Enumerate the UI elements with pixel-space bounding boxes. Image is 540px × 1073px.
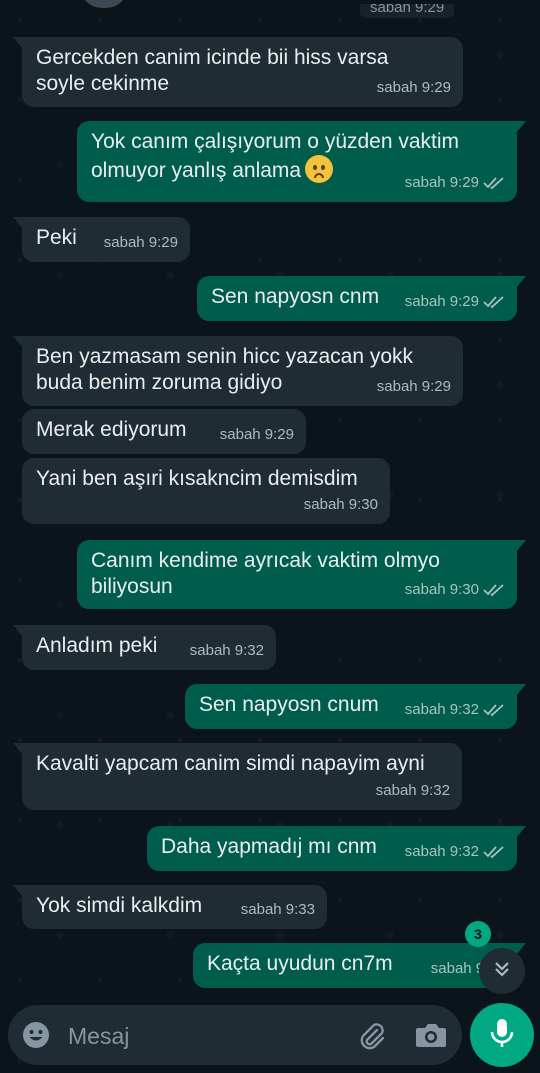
message-time: sabah 9:32 — [404, 843, 479, 860]
message-time: sabah 9:29 — [103, 234, 178, 251]
message-time: sabah 9:32 — [404, 701, 479, 718]
message-outgoing[interactable]: Canım kendime ayrıcak vaktim olmyo biliy… — [77, 540, 526, 609]
message-meta: sabah 9:29 — [377, 75, 451, 101]
message-meta: sabah 9:30 — [405, 577, 505, 603]
message-text: Kaçta uyudun cn7m — [207, 952, 393, 975]
bubble-tail — [516, 540, 526, 552]
read-ticks-icon — [483, 703, 505, 717]
message-input[interactable] — [66, 1019, 340, 1053]
message-text: Merak ediyorum — [36, 418, 187, 441]
message-meta: sabah 9:29 — [377, 374, 451, 400]
message-text: Sen napyosn cnm — [211, 285, 380, 308]
microphone-icon — [489, 1017, 515, 1054]
message-input-bar — [8, 1005, 462, 1065]
bubble-tail — [516, 121, 526, 133]
message-meta: sabah 9:30 — [304, 492, 378, 518]
message-text: Yani ben aşıri kısakncim demisdim — [36, 467, 358, 490]
unread-count-badge: 3 — [465, 921, 491, 947]
microphone-button[interactable] — [470, 1003, 534, 1067]
message-time: sabah 9:29 — [404, 293, 479, 310]
bubble-tail — [13, 743, 23, 755]
message-incoming[interactable]: Ben yazmasam senin hicc yazacan yokk bud… — [13, 336, 463, 406]
message-text: Peki — [36, 226, 77, 249]
message-meta: sabah 9:29 — [220, 422, 294, 448]
message-time: sabah 9:32 — [189, 642, 264, 659]
paperclip-icon[interactable] — [355, 1019, 387, 1051]
message-text: Gercekden canim icinde bii hiss varsa so… — [36, 46, 389, 95]
bubble-tail — [13, 37, 23, 49]
message-meta: sabah 9:29 — [405, 289, 505, 315]
scroll-to-bottom-button[interactable] — [479, 948, 525, 994]
bubble-tail — [13, 885, 23, 897]
message-time: sabah 9:29 — [219, 426, 294, 443]
partial-timestamp: sabah 9:29 — [360, 4, 455, 18]
message-incoming[interactable]: Yok simdi kalkdim sabah 9:33 — [13, 885, 327, 929]
message-meta: sabah 9:29 — [104, 230, 178, 256]
message-outgoing[interactable]: Sen napyosn cnm sabah 9:29 — [197, 276, 526, 321]
message-incoming[interactable]: Kavalti yapcam canim simdi napayim ayni … — [13, 743, 462, 810]
message-text: Daha yapmadıj mı cnm — [161, 835, 377, 858]
message-incoming[interactable]: Yani ben aşıri kısakncim demisdim sabah … — [22, 458, 390, 524]
read-ticks-icon — [483, 295, 505, 309]
message-incoming[interactable]: Anladım peki sabah 9:32 — [13, 625, 276, 670]
message-time: sabah 9:30 — [303, 496, 378, 513]
message-text: Canım kendime ayrıcak vaktim olmyo biliy… — [91, 549, 440, 598]
bubble-tail — [516, 826, 526, 838]
message-time: sabah 9:29 — [376, 79, 451, 96]
message-text: Yok simdi kalkdim — [36, 894, 203, 917]
message-meta: sabah 9:29 — [405, 170, 505, 196]
bubble-tail — [516, 276, 526, 288]
message-outgoing[interactable]: Daha yapmadıj mı cnm sabah 9:32 — [147, 826, 526, 871]
bubble-tail — [13, 336, 23, 348]
message-meta: sabah 9:32 — [405, 839, 505, 865]
message-incoming[interactable]: Merak ediyorum sabah 9:29 — [22, 409, 306, 454]
bubble-tail — [13, 217, 23, 229]
message-text: Sen napyosn cnum — [199, 693, 379, 716]
top-fade — [0, 0, 540, 12]
camera-icon[interactable] — [414, 1019, 448, 1051]
message-incoming[interactable]: Peki sabah 9:29 — [13, 217, 190, 262]
message-text: Ben yazmasam senin hicc yazacan yokk bud… — [36, 345, 414, 394]
read-ticks-icon — [483, 845, 505, 859]
message-time: sabah 9:29 — [404, 174, 479, 191]
bubble-tail — [516, 684, 526, 696]
read-ticks-icon — [483, 583, 505, 597]
worried-face-icon — [305, 155, 334, 183]
message-time: sabah 9:32 — [375, 782, 450, 799]
message-meta: sabah 9:33 — [241, 897, 315, 923]
double-chevron-down-icon — [491, 958, 513, 985]
read-ticks-icon — [483, 176, 505, 190]
emoji-icon[interactable] — [22, 1021, 50, 1049]
message-time: sabah 9:33 — [240, 901, 315, 918]
message-outgoing[interactable]: Kaçta uyudun cn7m sabah 9:33 — [193, 943, 526, 988]
bubble-tail — [13, 625, 23, 637]
message-time: sabah 9:29 — [376, 378, 451, 395]
message-meta: sabah 9:32 — [405, 697, 505, 723]
message-meta: sabah 9:32 — [190, 638, 264, 664]
message-incoming[interactable]: Gercekden canim icinde bii hiss varsa so… — [13, 37, 463, 107]
message-meta: sabah 9:32 — [376, 778, 450, 804]
message-text: Anladım peki — [36, 634, 158, 657]
message-text: Kavalti yapcam canim simdi napayim ayni — [36, 752, 425, 775]
message-outgoing[interactable]: Sen napyosn cnum sabah 9:32 — [185, 684, 526, 729]
message-time: sabah 9:30 — [404, 581, 479, 598]
message-outgoing[interactable]: Yok canım çalışıyorum o yüzden vaktim ol… — [77, 121, 526, 202]
